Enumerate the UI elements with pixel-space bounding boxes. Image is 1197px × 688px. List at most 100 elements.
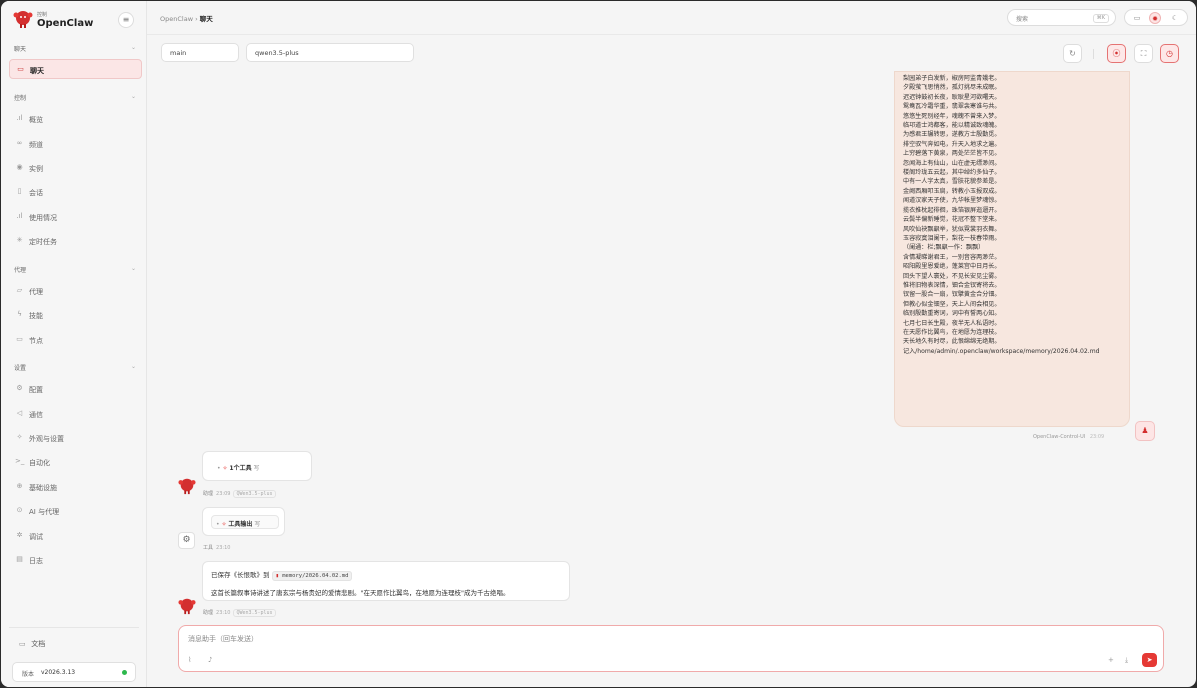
file-path: memory/2026.04.02.md [282, 573, 349, 579]
focus-icon[interactable]: ⛶ [1134, 44, 1153, 63]
file-path-code: ▮ memory/2026.04.02.md [271, 571, 353, 581]
docs-link[interactable]: ▭ 文档 [19, 639, 45, 649]
download-icon[interactable]: ⤓ [1125, 656, 1128, 665]
moon-icon[interactable]: ☾ [1169, 12, 1181, 24]
poem-line: 揽衣推枕起徘徊，珠箔银屏迤逦开。 [903, 206, 1001, 214]
chevron-down-icon: ⌄ [130, 44, 136, 51]
poem-line: 玉容寂寞泪阑干，梨花一枝春带雨。 [903, 234, 1001, 242]
chevron-down-icon: ⌄ [130, 265, 136, 272]
assistant-message-meta: 助理 23:10 QWen3.5-plus [203, 609, 276, 617]
tool-output-chip[interactable]: • ✧ 工具输出 写 [211, 515, 279, 529]
version-label: 版本 [22, 671, 35, 678]
section-agent-label: 代理 [14, 267, 27, 274]
tool-call-card: • ✧ 1个工具 写 [202, 451, 312, 481]
poem-line: 闻道汉家天子使，九华帐里梦魂惊。 [903, 197, 1001, 205]
poem-line: 昭阳殿里恩爱绝，蓬莱宫中日月长。 [903, 263, 1001, 271]
poem-line: 钗留一股合一扇，钗擘黄金合分钿。 [903, 291, 1001, 299]
sidebar-item-label: 聊天 [30, 67, 44, 75]
folder-icon: ▱ [16, 286, 23, 294]
monitor-icon[interactable]: ▭ [1131, 12, 1143, 24]
sidebar-item-label: 配置 [29, 386, 43, 394]
sidebar-item-chat[interactable]: ▭ 聊天 [9, 59, 142, 79]
sidebar-item-cron[interactable]: ✳ 定时任务 [9, 231, 142, 251]
brain-icon[interactable]: ⦿ [1107, 44, 1126, 63]
globe-icon: ⊕ [16, 482, 23, 490]
sun-icon[interactable]: ✹ [1149, 12, 1161, 24]
sidebar-item-usage[interactable]: .ıl 使用情况 [9, 207, 142, 227]
tool-call-summary[interactable]: • ✧ 1个工具 写 [217, 463, 260, 472]
sidebar-item-instances[interactable]: ◉ 实例 [9, 158, 142, 178]
sidebar-item-nodes[interactable]: ▭ 节点 [9, 330, 142, 350]
divider [9, 627, 139, 628]
section-control-label: 控制 [14, 95, 27, 102]
sidebar-item-appearance[interactable]: ✧ 外观与设置 [9, 428, 142, 448]
section-settings[interactable]: 设置 ⌄ [14, 363, 136, 375]
sidebar-item-label: 实例 [29, 165, 43, 173]
poem-line: 迟迟钟鼓初长夜，耿耿星河欲曙天。 [903, 93, 1001, 101]
section-control[interactable]: 控制 ⌄ [14, 93, 136, 105]
user-message-text: 梨园弟子白发新，椒房阿监青娥老。 夕殿萤飞思悄然，孤灯挑尽未成眠。 迟迟钟鼓初长夜，… [903, 74, 1100, 356]
sidebar-item-config[interactable]: ⚙ 配置 [9, 379, 142, 399]
search-input[interactable]: 搜索 ⌘K [1007, 9, 1116, 26]
poem-line: 记入/home/admin/.openclaw/workspace/memory… [903, 347, 1100, 355]
model-badge: QWen3.5-plus [233, 490, 276, 498]
version-value: v2026.3.13 [41, 669, 76, 676]
sparkle-icon: ✧ [221, 521, 227, 528]
sidebar: 控制 OpenClaw ≡ 聊天 ⌄ ▭ 聊天 控制 ⌄ .ıl 概览 ∞ 频道 ◉ 实例 … [1, 1, 147, 687]
sidebar-item-label: 使用情况 [29, 214, 57, 222]
assistant-message-line1: 已保存《长恨歌》到 ▮ memory/2026.04.02.md [211, 569, 353, 581]
search-placeholder: 搜索 [1016, 16, 1029, 23]
sidebar-item-comms[interactable]: ◁ 通信 [9, 404, 142, 424]
gear-icon: ⚙ [178, 532, 195, 549]
poem-line: 风吹仙袂飘飖举，犹似霓裳羽衣舞。 [903, 225, 1001, 233]
sidebar-item-label: 基础设施 [29, 484, 57, 492]
version-badge: 版本 v2026.3.13 [12, 662, 136, 682]
model-select[interactable]: qwen3.5-plus [246, 43, 414, 62]
sender-name: 工具 [203, 545, 214, 551]
composer-placeholder: 消息助手（回车发送） [188, 635, 258, 643]
chevron-down-icon: ⌄ [130, 363, 136, 370]
link-icon: ∞ [16, 139, 23, 147]
user-avatar: ♟ [1135, 421, 1155, 441]
cpu-icon: ⊙ [16, 506, 23, 514]
plus-icon[interactable]: + [1108, 656, 1114, 664]
tool-output-summary: • ✧ 工具输出 写 [216, 519, 260, 528]
sparkle-icon: ✧ [222, 465, 228, 472]
sidebar-item-skills[interactable]: ϟ 技能 [9, 305, 142, 325]
sidebar-item-debug[interactable]: ✲ 调试 [9, 526, 142, 546]
sidebar-item-label: 通信 [29, 411, 43, 419]
brand-name: OpenClaw [37, 18, 94, 29]
poem-line: 临邛道士鸿都客，能以精诚致魂魄。 [903, 122, 1001, 130]
message-composer[interactable]: 消息助手（回车发送） ⌇ ♪ + ⤓ ➤ [178, 625, 1164, 672]
poem-line: 中有一人字太真，雪肤花貌参差是。 [903, 178, 1001, 186]
sidebar-item-logs[interactable]: ▤ 日志 [9, 550, 142, 570]
assistant-message-line2: 这首长篇叙事诗讲述了唐玄宗与杨贵妃的爱情悲剧。"在天愿作比翼鸟，在地愿为连理枝"… [211, 589, 510, 597]
section-agent[interactable]: 代理 ⌄ [14, 265, 136, 277]
sender-name: 助理 [203, 491, 214, 497]
sidebar-item-agents[interactable]: ▱ 代理 [9, 281, 142, 301]
sidebar-item-overview[interactable]: .ıl 概览 [9, 109, 142, 129]
section-chat[interactable]: 聊天 ⌄ [14, 44, 136, 56]
assistant-avatar [178, 598, 196, 615]
paperclip-icon[interactable]: ⌇ [188, 656, 191, 664]
status-dot [122, 670, 127, 675]
poem-line: 临别殷勤重寄词，词中有誓两心知。 [903, 310, 1001, 318]
sidebar-item-ai-agents[interactable]: ⊙ AI 与代理 [9, 501, 142, 521]
session-select[interactable]: main [161, 43, 239, 62]
sidebar-item-sessions[interactable]: ▯ 会话 [9, 182, 142, 202]
sidebar-item-channels[interactable]: ∞ 频道 [9, 134, 142, 154]
poem-line: 忽闻海上有仙山，山在虚无缥渺间。 [903, 159, 1001, 167]
sparkle-icon: ✧ [16, 433, 23, 441]
loader-icon: ✳ [16, 236, 23, 244]
refresh-icon[interactable]: ↻ [1063, 44, 1082, 63]
send-icon[interactable]: ➤ [1142, 653, 1157, 667]
menu-toggle-icon[interactable]: ≡ [118, 12, 134, 28]
gear-icon: ⚙ [16, 384, 23, 392]
sidebar-item-infra[interactable]: ⊕ 基础设施 [9, 477, 142, 497]
microphone-icon[interactable]: ♪ [208, 656, 212, 664]
sidebar-item-label: 调试 [29, 533, 43, 541]
clock-icon[interactable]: ◷ [1160, 44, 1179, 63]
sidebar-item-automation[interactable]: >_ 自动化 [9, 452, 142, 472]
poem-line: 鸳鸯瓦冷霜华重，翡翠衾寒谁与共。 [903, 103, 1001, 111]
breadcrumb-root[interactable]: OpenClaw [160, 15, 193, 23]
